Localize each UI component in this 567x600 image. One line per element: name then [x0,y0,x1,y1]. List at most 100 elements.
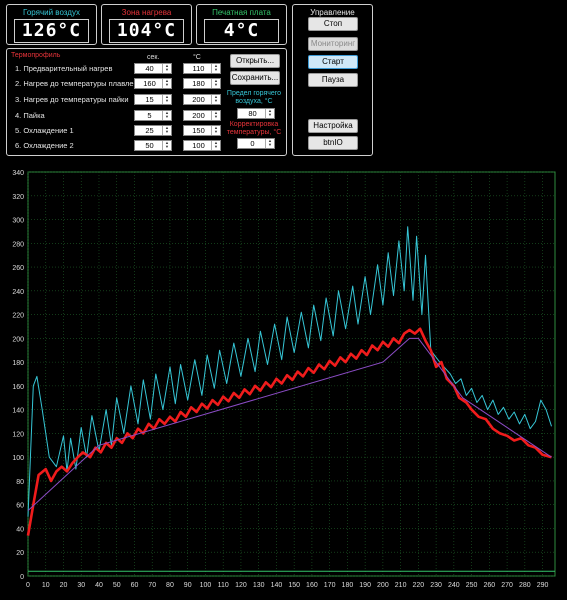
stop-button[interactable]: Стоп [308,17,358,31]
profile-row-label: 3. Нагрев до температуры пайки [15,95,129,104]
correction-spinner[interactable]: 0 ▲ ▼ [237,138,275,149]
x-tick-label: 140 [271,582,283,589]
y-tick-label: 20 [16,550,24,557]
profile-title: Термопрофиль [11,52,61,59]
temperature-value: 100 [192,141,205,150]
x-tick-label: 230 [430,582,442,589]
btnio-button[interactable]: btnIO [308,136,358,150]
x-tick-label: 0 [26,582,30,589]
duration-value: 50 [145,141,154,150]
duration-value: 5 [147,111,152,120]
duration-value: 160 [143,79,156,88]
start-button[interactable]: Старт [308,55,358,69]
y-tick-label: 220 [12,313,24,320]
x-tick-label: 120 [235,582,247,589]
spinner-arrows-icon[interactable]: ▲ ▼ [211,111,220,120]
x-tick-label: 260 [484,582,496,589]
hot-air-limit-spinner[interactable]: 80 ▲ ▼ [237,108,275,119]
save-button[interactable]: Сохранить... [230,71,280,85]
open-button[interactable]: Открыть... [230,54,280,68]
x-tick-label: 220 [413,582,425,589]
monitoring-button[interactable]: Мониторинг [308,37,358,51]
pause-button[interactable]: Пауза [308,73,358,87]
y-tick-label: 320 [12,194,24,201]
x-tick-label: 250 [466,582,478,589]
duration-spinner[interactable]: 5 ▲ ▼ [134,110,172,121]
duration-spinner[interactable]: 160 ▲ ▼ [134,78,172,89]
y-tick-label: 120 [12,431,24,438]
settings-button[interactable]: Настройка [308,119,358,133]
plot-area [27,171,556,577]
y-tick-label: 80 [16,479,24,486]
x-tick-label: 160 [306,582,318,589]
hot-air-limit-label: Предел горячего воздуха, °C [226,90,282,105]
spinner-arrows-icon[interactable]: ▲ ▼ [162,64,171,73]
profile-row-label: 6. Охлаждение 2 [15,141,74,150]
y-tick-label: 280 [12,241,24,248]
temperature-spinner[interactable]: 180 ▲ ▼ [183,78,221,89]
spinner-arrows-icon[interactable]: ▲ ▼ [211,95,220,104]
y-tick-label: 340 [12,170,24,177]
temperature-value: 200 [192,95,205,104]
temperature-spinner[interactable]: 200 ▲ ▼ [183,94,221,105]
duration-spinner[interactable]: 15 ▲ ▼ [134,94,172,105]
y-tick-label: 0 [20,574,24,581]
temperature-spinner[interactable]: 100 ▲ ▼ [183,140,221,151]
duration-value: 25 [145,126,154,135]
x-tick-label: 210 [395,582,407,589]
temperature-spinner[interactable]: 110 ▲ ▼ [183,63,221,74]
duration-spinner[interactable]: 40 ▲ ▼ [134,63,172,74]
hot-air-panel: Горячий воздух 126°C [6,4,97,45]
profile-row-label: 2. Нагрев до температуры плавления [15,79,146,88]
x-tick-label: 60 [131,582,139,589]
temperature-value: 200 [192,111,205,120]
x-tick-label: 10 [42,582,50,589]
spinner-arrows-icon[interactable]: ▲ ▼ [211,126,220,135]
spinner-arrows-icon[interactable]: ▲ ▼ [211,64,220,73]
y-tick-label: 40 [16,526,24,533]
x-tick-label: 290 [537,582,549,589]
duration-spinner[interactable]: 25 ▲ ▼ [134,125,172,136]
spinner-arrows-icon[interactable]: ▲ ▼ [162,126,171,135]
pcb-panel: Печатная плата 4°C [196,4,287,45]
duration-value: 40 [145,64,154,73]
spinner-arrows-icon[interactable]: ▲ ▼ [162,111,171,120]
sec-column-header: сек. [147,54,160,61]
x-tick-label: 150 [288,582,300,589]
y-tick-label: 140 [12,408,24,415]
temperature-chart: 0204060801001201401601802002202402602803… [12,170,556,589]
x-tick-label: 280 [519,582,531,589]
pcb-value: 4°C [204,19,279,43]
x-tick-label: 180 [342,582,354,589]
heat-zone-panel: Зона нагрева 104°C [101,4,192,45]
y-tick-label: 60 [16,503,24,510]
y-tick-label: 300 [12,218,24,225]
y-tick-label: 180 [12,360,24,367]
duration-spinner[interactable]: 50 ▲ ▼ [134,140,172,151]
x-tick-label: 200 [377,582,389,589]
correction-value: 0 [250,139,255,148]
y-tick-label: 260 [12,265,24,272]
hot-air-value: 126°C [14,19,89,43]
profile-row-label: 5. Охлаждение 1 [15,126,74,135]
correction-label: Корректировка температуры, °C [226,121,282,136]
x-tick-label: 80 [166,582,174,589]
spinner-arrows-icon[interactable]: ▲ ▼ [162,141,171,150]
spinner-arrows-icon[interactable]: ▲ ▼ [162,79,171,88]
x-tick-label: 100 [200,582,212,589]
spinner-arrows-icon[interactable]: ▲ ▼ [162,95,171,104]
x-tick-label: 20 [60,582,68,589]
hot-air-limit-value: 80 [248,109,257,118]
spinner-arrows-icon[interactable]: ▲ ▼ [265,109,274,118]
spinner-arrows-icon[interactable]: ▲ ▼ [211,141,220,150]
y-tick-label: 200 [12,336,24,343]
temperature-spinner[interactable]: 150 ▲ ▼ [183,125,221,136]
y-tick-label: 240 [12,289,24,296]
spinner-arrows-icon[interactable]: ▲ ▼ [265,139,274,148]
temperature-spinner[interactable]: 200 ▲ ▼ [183,110,221,121]
profile-row-label: 4. Пайка [15,111,45,120]
spinner-arrows-icon[interactable]: ▲ ▼ [211,79,220,88]
x-tick-label: 170 [324,582,336,589]
x-tick-label: 240 [448,582,460,589]
x-tick-label: 70 [148,582,156,589]
